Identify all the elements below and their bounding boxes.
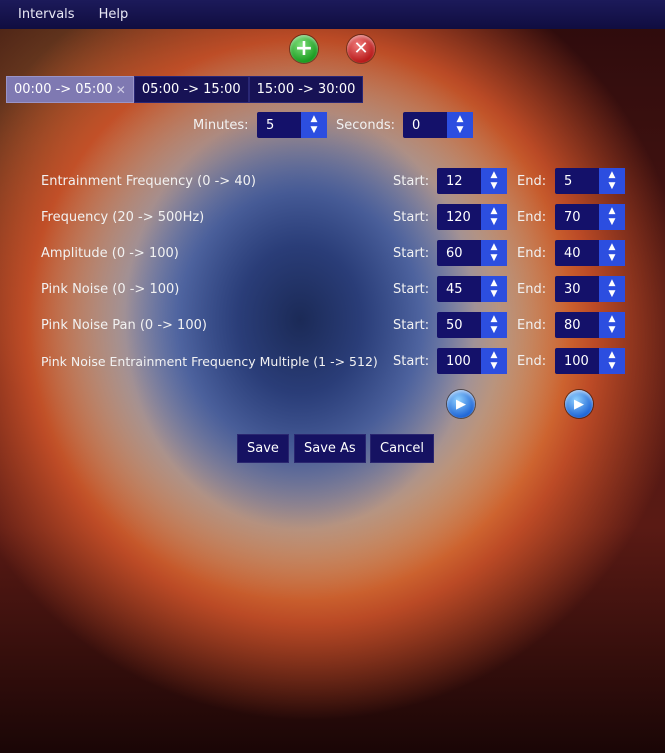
param-label: Frequency (20 -> 500Hz) (41, 210, 205, 225)
spinner-arrows-icon[interactable]: ▲ ▼ (447, 112, 473, 138)
end-spinner[interactable]: 5 ▲ ▼ (555, 168, 625, 194)
param-label: Entrainment Frequency (0 -> 40) (41, 174, 256, 189)
spinner-arrows-icon[interactable]: ▲ ▼ (599, 312, 625, 338)
save-as-button[interactable]: Save As (294, 434, 366, 463)
plus-icon: + (294, 36, 314, 61)
play-start-button[interactable]: ▶ (447, 390, 475, 418)
param-label: Amplitude (0 -> 100) (41, 246, 179, 261)
minutes-spinner[interactable]: 5 ▲ ▼ (257, 112, 327, 138)
end-spinner[interactable]: 80 ▲ ▼ (555, 312, 625, 338)
end-label: End: (517, 318, 547, 333)
start-label: Start: (393, 174, 430, 189)
spinner-value[interactable]: 5 (555, 168, 599, 194)
start-spinner[interactable]: 50 ▲ ▼ (437, 312, 507, 338)
menu-intervals[interactable]: Intervals (18, 7, 75, 22)
play-end-button[interactable]: ▶ (565, 390, 593, 418)
end-label: End: (517, 282, 547, 297)
spinner-value[interactable]: 100 (555, 348, 599, 374)
spinner-arrows-icon[interactable]: ▲ ▼ (599, 348, 625, 374)
start-spinner[interactable]: 45 ▲ ▼ (437, 276, 507, 302)
tab-label: 15:00 -> 30:00 (256, 82, 356, 97)
spinner-value[interactable]: 60 (437, 240, 481, 266)
spinner-arrows-icon[interactable]: ▲ ▼ (481, 276, 507, 302)
param-label: Pink Noise Entrainment Frequency Multipl… (41, 354, 378, 369)
end-label: End: (517, 210, 547, 225)
end-spinner[interactable]: 30 ▲ ▼ (555, 276, 625, 302)
spinner-value[interactable]: 12 (437, 168, 481, 194)
spinner-value[interactable]: 50 (437, 312, 481, 338)
spinner-arrows-icon[interactable]: ▲ ▼ (481, 204, 507, 230)
spinner-arrows-icon[interactable]: ▲ ▼ (599, 168, 625, 194)
tab-label: 00:00 -> 05:00 (14, 82, 113, 97)
x-icon: ✕ (353, 38, 369, 59)
spinner-value[interactable]: 120 (437, 204, 481, 230)
spinner-value[interactable]: 80 (555, 312, 599, 338)
param-label: Pink Noise Pan (0 -> 100) (41, 318, 207, 333)
tab-interval-1[interactable]: 00:00 -> 05:00 ✕ (6, 76, 134, 103)
spinner-arrows-icon[interactable]: ▲ ▼ (481, 168, 507, 194)
menu-help[interactable]: Help (99, 7, 129, 22)
end-spinner[interactable]: 100 ▲ ▼ (555, 348, 625, 374)
seconds-spinner[interactable]: 0 ▲ ▼ (403, 112, 473, 138)
spinner-value[interactable]: 70 (555, 204, 599, 230)
spinner-arrows-icon[interactable]: ▲ ▼ (481, 312, 507, 338)
start-label: Start: (393, 246, 430, 261)
end-label: End: (517, 174, 547, 189)
spinner-arrows-icon[interactable]: ▲ ▼ (599, 204, 625, 230)
start-spinner[interactable]: 60 ▲ ▼ (437, 240, 507, 266)
spinner-value[interactable]: 45 (437, 276, 481, 302)
seconds-label: Seconds: (336, 118, 395, 133)
spinner-arrows-icon[interactable]: ▲ ▼ (599, 240, 625, 266)
remove-interval-button[interactable]: ✕ (347, 35, 375, 63)
spinner-value[interactable]: 5 (257, 112, 301, 138)
start-label: Start: (393, 210, 430, 225)
play-icon: ▶ (456, 396, 466, 412)
spinner-arrows-icon[interactable]: ▲ ▼ (301, 112, 327, 138)
tab-interval-2[interactable]: 05:00 -> 15:00 (133, 76, 249, 103)
spinner-value[interactable]: 40 (555, 240, 599, 266)
spinner-value[interactable]: 30 (555, 276, 599, 302)
cancel-button[interactable]: Cancel (370, 434, 435, 463)
param-label: Pink Noise (0 -> 100) (41, 282, 180, 297)
spinner-arrows-icon[interactable]: ▲ ▼ (599, 276, 625, 302)
start-spinner[interactable]: 12 ▲ ▼ (437, 168, 507, 194)
menu-bar: Intervals Help (0, 0, 665, 29)
save-button[interactable]: Save (237, 434, 289, 463)
tab-interval-3[interactable]: 15:00 -> 30:00 (248, 76, 364, 103)
start-label: Start: (393, 318, 430, 333)
end-label: End: (517, 246, 547, 261)
end-spinner[interactable]: 70 ▲ ▼ (555, 204, 625, 230)
close-icon[interactable]: ✕ (116, 83, 126, 97)
spinner-value[interactable]: 0 (403, 112, 447, 138)
minutes-label: Minutes: (193, 118, 249, 133)
start-spinner[interactable]: 100 ▲ ▼ (437, 348, 507, 374)
tab-label: 05:00 -> 15:00 (141, 82, 241, 97)
play-icon: ▶ (574, 396, 584, 412)
spinner-arrows-icon[interactable]: ▲ ▼ (481, 240, 507, 266)
end-spinner[interactable]: 40 ▲ ▼ (555, 240, 625, 266)
start-spinner[interactable]: 120 ▲ ▼ (437, 204, 507, 230)
spinner-arrows-icon[interactable]: ▲ ▼ (481, 348, 507, 374)
start-label: Start: (393, 354, 430, 369)
interval-tabs: 00:00 -> 05:00 ✕ 05:00 -> 15:00 15:00 ->… (6, 76, 364, 103)
start-label: Start: (393, 282, 430, 297)
spinner-value[interactable]: 100 (437, 348, 481, 374)
end-label: End: (517, 354, 547, 369)
add-interval-button[interactable]: + (290, 35, 318, 63)
